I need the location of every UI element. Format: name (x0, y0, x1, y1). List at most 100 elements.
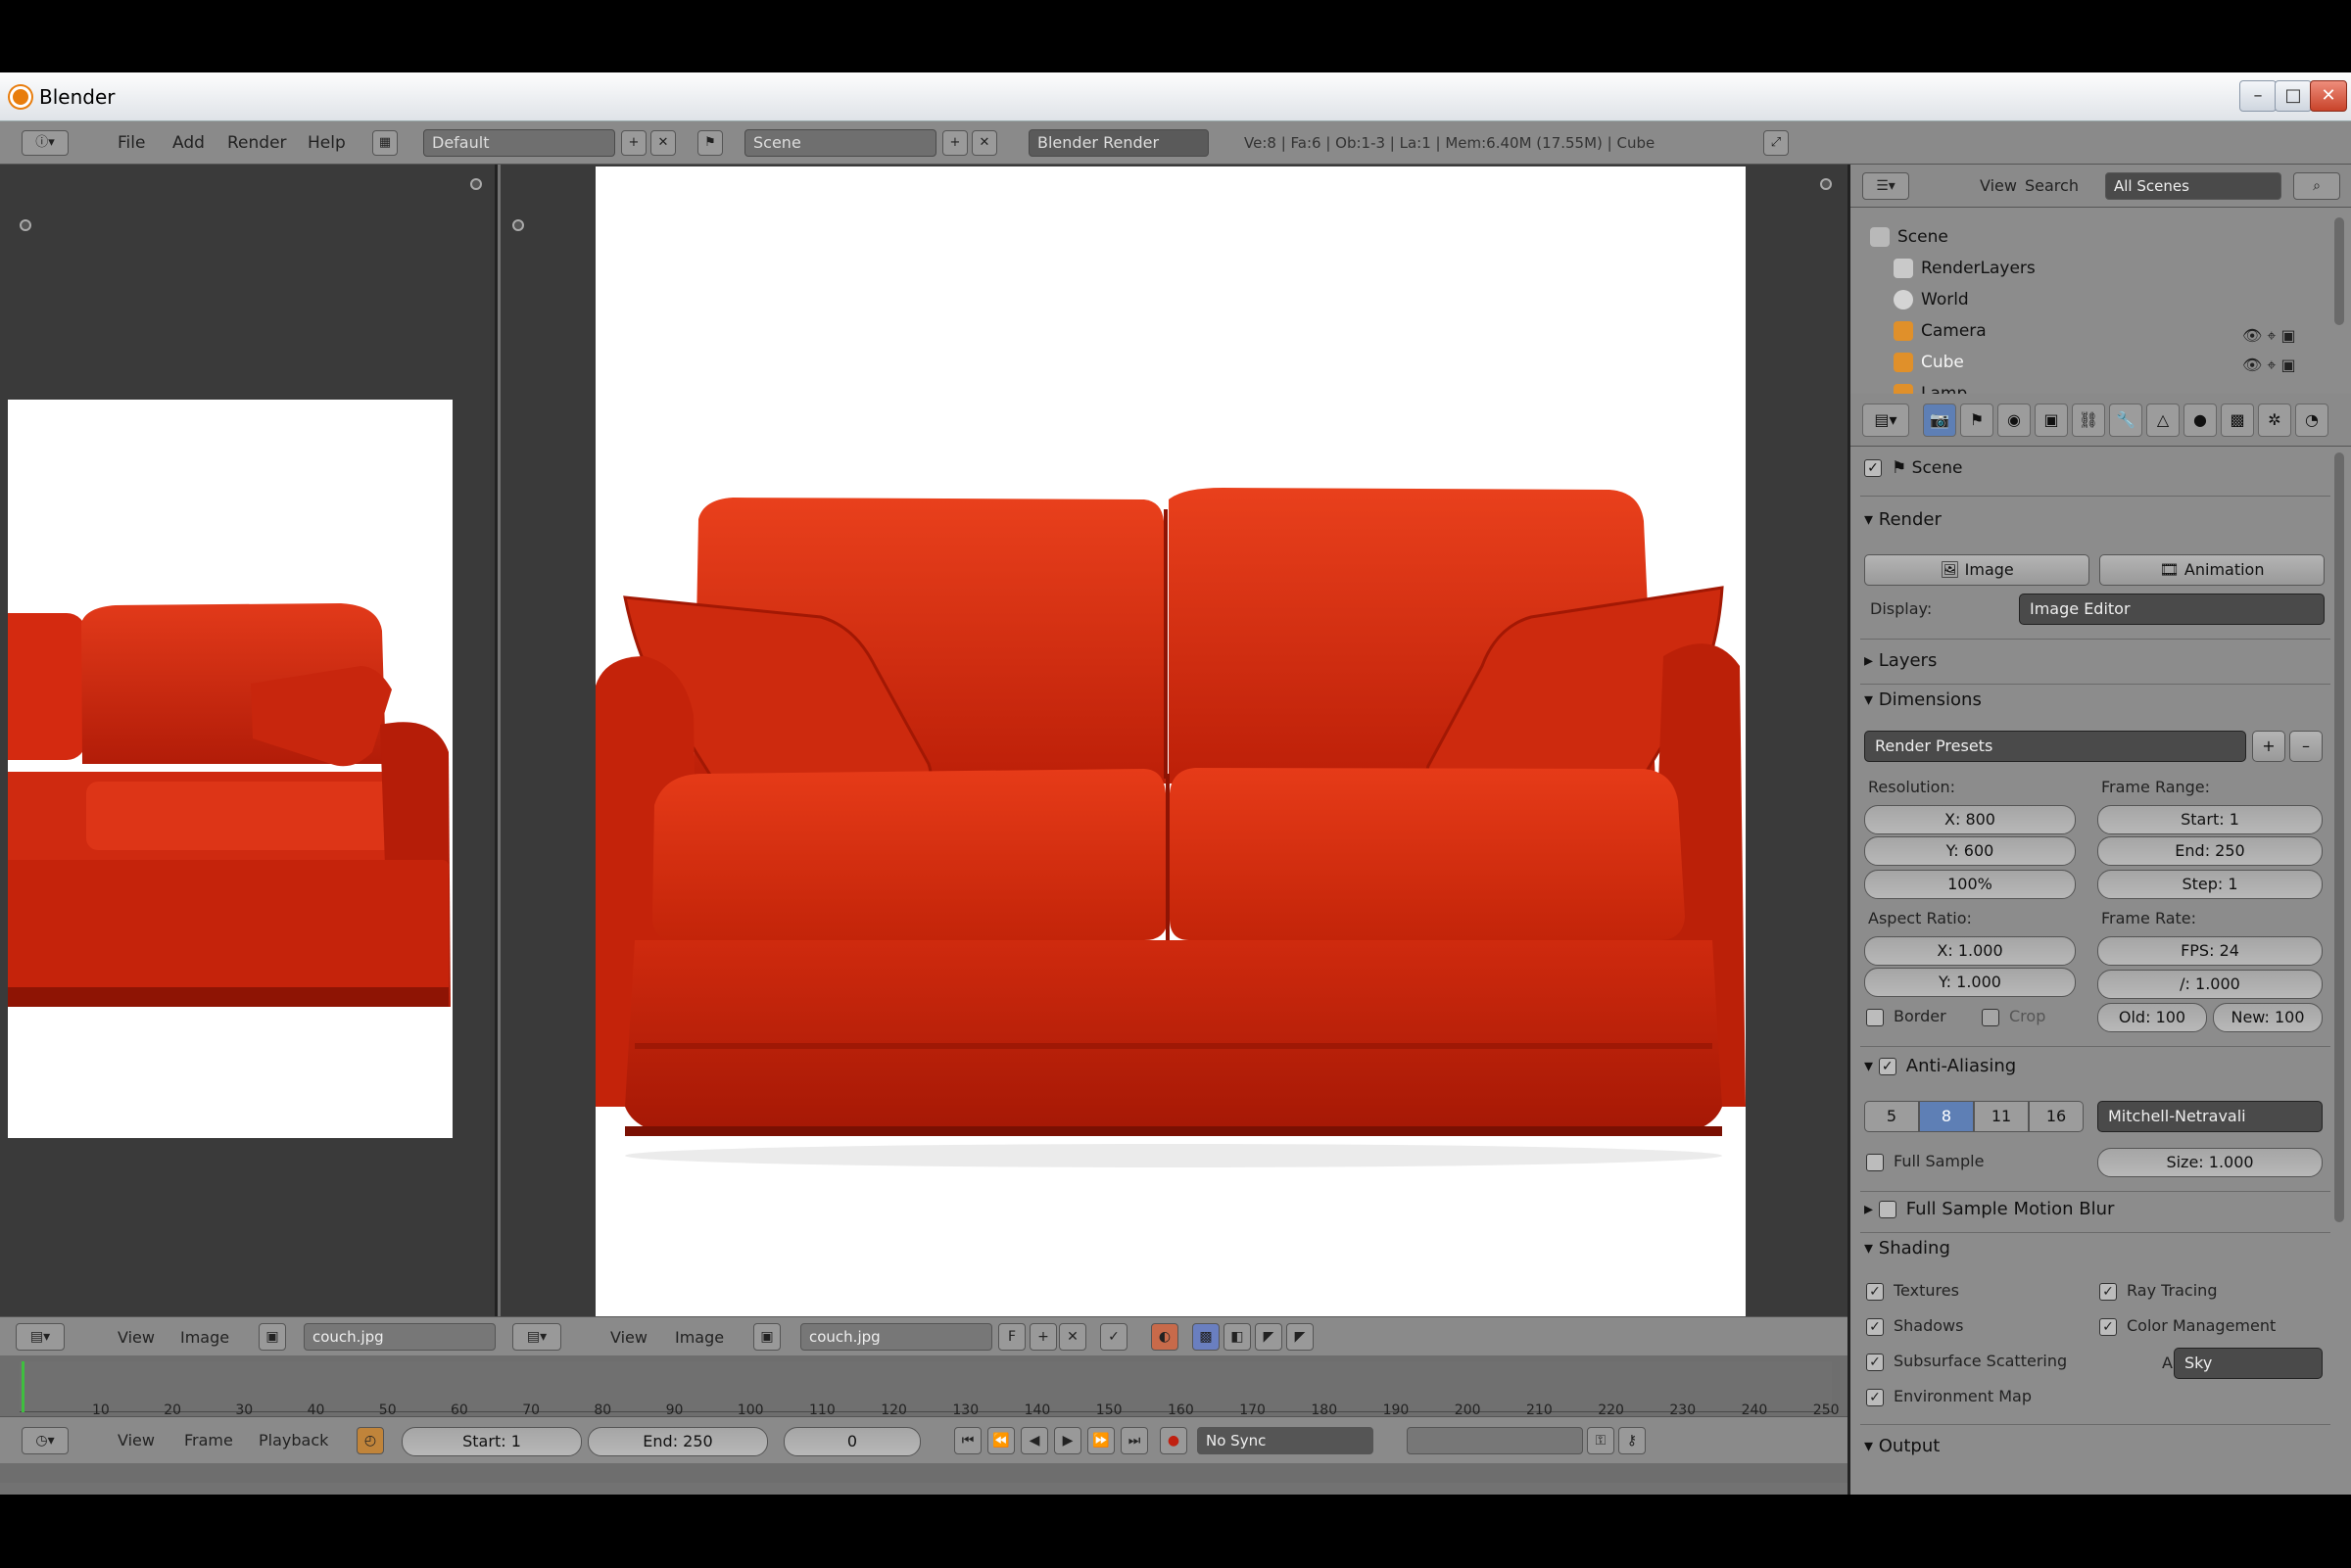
render-engine-select[interactable]: Blender Render (1029, 129, 1209, 157)
fake-user-button[interactable]: F (998, 1323, 1026, 1351)
render-presets-select[interactable]: Render Presets (1864, 731, 2246, 762)
aa-samples-16[interactable]: 16 (2029, 1101, 2084, 1132)
dimensions-panel-title[interactable]: ▾ Dimensions (1864, 689, 1982, 710)
layer-icon[interactable]: ◤ (1286, 1323, 1314, 1351)
particles-tab-icon[interactable]: ✲ (2258, 404, 2291, 437)
render-tab-icon[interactable]: 📷 (1923, 404, 1956, 437)
motion-blur-panel-title[interactable]: ▸ Full Sample Motion Blur (1864, 1199, 2114, 1219)
pass-icon[interactable]: ◤ (1255, 1323, 1282, 1351)
properties-scrollbar[interactable] (2334, 452, 2344, 1222)
left-image-editor[interactable] (0, 165, 498, 1316)
output-panel-title[interactable]: ▾ Output (1864, 1436, 1940, 1456)
current-frame-field[interactable]: 0 (784, 1427, 921, 1456)
menu-help[interactable]: Help (308, 133, 346, 153)
play-icon[interactable]: ▶ (1054, 1427, 1081, 1454)
environment-map-checkbox[interactable]: ✓ Environment Map (1866, 1387, 2032, 1406)
timeline-ruler[interactable] (20, 1361, 1832, 1412)
outliner-item-world[interactable]: World (1894, 284, 1969, 315)
modifiers-tab-icon[interactable]: 🔧 (2109, 404, 2142, 437)
scene-add-icon[interactable]: + (942, 130, 968, 156)
timeline-start-field[interactable]: Start: 1 (402, 1427, 582, 1456)
fullscreen-icon[interactable]: ⤢ (1763, 130, 1789, 156)
preview-range-icon[interactable]: ◴ (357, 1427, 384, 1454)
scene-remove-icon[interactable]: ✕ (972, 130, 997, 156)
maximize-button[interactable]: □ (2275, 80, 2312, 112)
image-browse-icon[interactable]: ▣ (259, 1323, 286, 1351)
layout-remove-icon[interactable]: ✕ (650, 130, 676, 156)
area-corner-icon[interactable] (20, 219, 31, 231)
left-image-name-field[interactable]: couch.jpg (304, 1323, 496, 1351)
alpha-channel-icon[interactable]: ▩ (1192, 1323, 1220, 1351)
aa-samples-5[interactable]: 5 (1864, 1101, 1919, 1132)
aspect-y-field[interactable]: Y: 1.000 (1864, 968, 2076, 997)
preset-add-button[interactable]: + (2252, 731, 2285, 762)
resolution-x-field[interactable]: X: 800 (1864, 805, 2076, 834)
menu-render[interactable]: Render (227, 133, 287, 153)
display-select[interactable]: Image Editor (2019, 594, 2325, 625)
close-button[interactable]: ✕ (2310, 80, 2347, 112)
main-menu-image[interactable]: Image (675, 1328, 724, 1347)
textures-checkbox[interactable]: ✓ Textures (1866, 1281, 1959, 1301)
ray-tracing-checkbox[interactable]: ✓ Ray Tracing (2099, 1281, 2217, 1301)
timeline-end-field[interactable]: End: 250 (588, 1427, 768, 1456)
outliner-item-camera[interactable]: Camera (1894, 315, 1987, 347)
outliner-item-renderlayers[interactable]: RenderLayers (1894, 253, 2036, 284)
pin-icon[interactable]: ✓ (1100, 1323, 1128, 1351)
shadows-checkbox[interactable]: ✓ Shadows (1866, 1316, 1963, 1336)
fps-field[interactable]: FPS: 24 (2097, 936, 2323, 966)
layers-panel-title[interactable]: ▸ Layers (1864, 650, 1937, 671)
menu-file[interactable]: File (118, 133, 145, 153)
scene-icon[interactable]: ⚑ (697, 130, 723, 156)
scene-tab-icon[interactable]: ⚑ (1960, 404, 1993, 437)
unlink-image-icon[interactable]: ✕ (1059, 1323, 1086, 1351)
subsurface-scattering-checkbox[interactable]: ✓ Subsurface Scattering (1866, 1352, 2067, 1371)
frame-end-field[interactable]: End: 250 (2097, 836, 2323, 866)
pin-icon[interactable]: ✓ (1864, 459, 1882, 477)
motion-blur-checkbox[interactable] (1878, 1201, 1896, 1218)
fps-base-field[interactable]: /: 1.000 (2097, 970, 2323, 999)
time-remap-old-field[interactable]: Old: 100 (2097, 1003, 2207, 1032)
color-management-checkbox[interactable]: ✓ Color Management (2099, 1316, 2276, 1336)
outliner-item-cube[interactable]: Cube (1894, 347, 1964, 378)
timeline-menu-playback[interactable]: Playback (259, 1431, 328, 1449)
shading-panel-title[interactable]: ▾ Shading (1864, 1238, 1950, 1259)
left-menu-view[interactable]: View (118, 1328, 155, 1347)
jump-start-icon[interactable]: ⏮ (954, 1427, 982, 1454)
border-checkbox[interactable]: Border (1866, 1007, 1946, 1026)
outliner-menu-view[interactable]: View (1980, 176, 2017, 195)
anti-aliasing-checkbox[interactable]: ✓ (1878, 1058, 1896, 1075)
editor-type-icon[interactable]: ▤▾ (1862, 404, 1909, 437)
world-tab-icon[interactable]: ◉ (1997, 404, 2031, 437)
alpha-mode-select[interactable]: Sky (2174, 1348, 2323, 1379)
render-image-button[interactable]: 🖼 Image (1864, 554, 2089, 586)
resolution-percentage-field[interactable]: 100% (1864, 870, 2076, 899)
timeline-menu-view[interactable]: View (118, 1431, 155, 1449)
anti-aliasing-panel-title[interactable]: ▾ ✓ Anti-Aliasing (1864, 1056, 2016, 1076)
clock-icon[interactable]: ◷▾ (22, 1427, 69, 1454)
full-sample-checkbox[interactable]: Full Sample (1866, 1152, 1984, 1171)
texture-tab-icon[interactable]: ▩ (2221, 404, 2254, 437)
outliner-search-icon[interactable]: ⌕ (2293, 172, 2340, 200)
physics-tab-icon[interactable]: ◔ (2295, 404, 2328, 437)
jump-end-icon[interactable]: ⏭ (1121, 1427, 1148, 1454)
aa-filter-size-field[interactable]: Size: 1.000 (2097, 1148, 2323, 1177)
editor-type-icon[interactable]: ☰▾ (1862, 172, 1909, 200)
screen-layout-field[interactable]: Default (423, 129, 615, 157)
aspect-x-field[interactable]: X: 1.000 (1864, 936, 2076, 966)
area-corner-icon[interactable] (1820, 178, 1832, 190)
next-keyframe-icon[interactable]: ⏩ (1087, 1427, 1115, 1454)
main-menu-view[interactable]: View (610, 1328, 648, 1347)
left-menu-image[interactable]: Image (180, 1328, 229, 1347)
frame-step-field[interactable]: Step: 1 (2097, 870, 2323, 899)
record-icon[interactable]: ● (1160, 1427, 1187, 1454)
resolution-y-field[interactable]: Y: 600 (1864, 836, 2076, 866)
play-reverse-icon[interactable]: ◀ (1021, 1427, 1048, 1454)
left-image-canvas[interactable] (8, 400, 453, 1138)
z-buffer-icon[interactable]: ◧ (1223, 1323, 1251, 1351)
editor-type-icon[interactable]: ▤▾ (16, 1323, 65, 1351)
properties-editor[interactable]: ▤▾ 📷 ⚑ ◉ ▣ ⛓ 🔧 △ ● ▩ ✲ ◔ ✓ ⚑ Scene ▾ Rend… (1847, 394, 2351, 1495)
main-image-name-field[interactable]: couch.jpg (800, 1323, 992, 1351)
current-frame-marker[interactable] (22, 1361, 24, 1412)
outliner-item-scene[interactable]: Scene (1870, 221, 1948, 253)
minimize-button[interactable]: – (2239, 80, 2277, 112)
